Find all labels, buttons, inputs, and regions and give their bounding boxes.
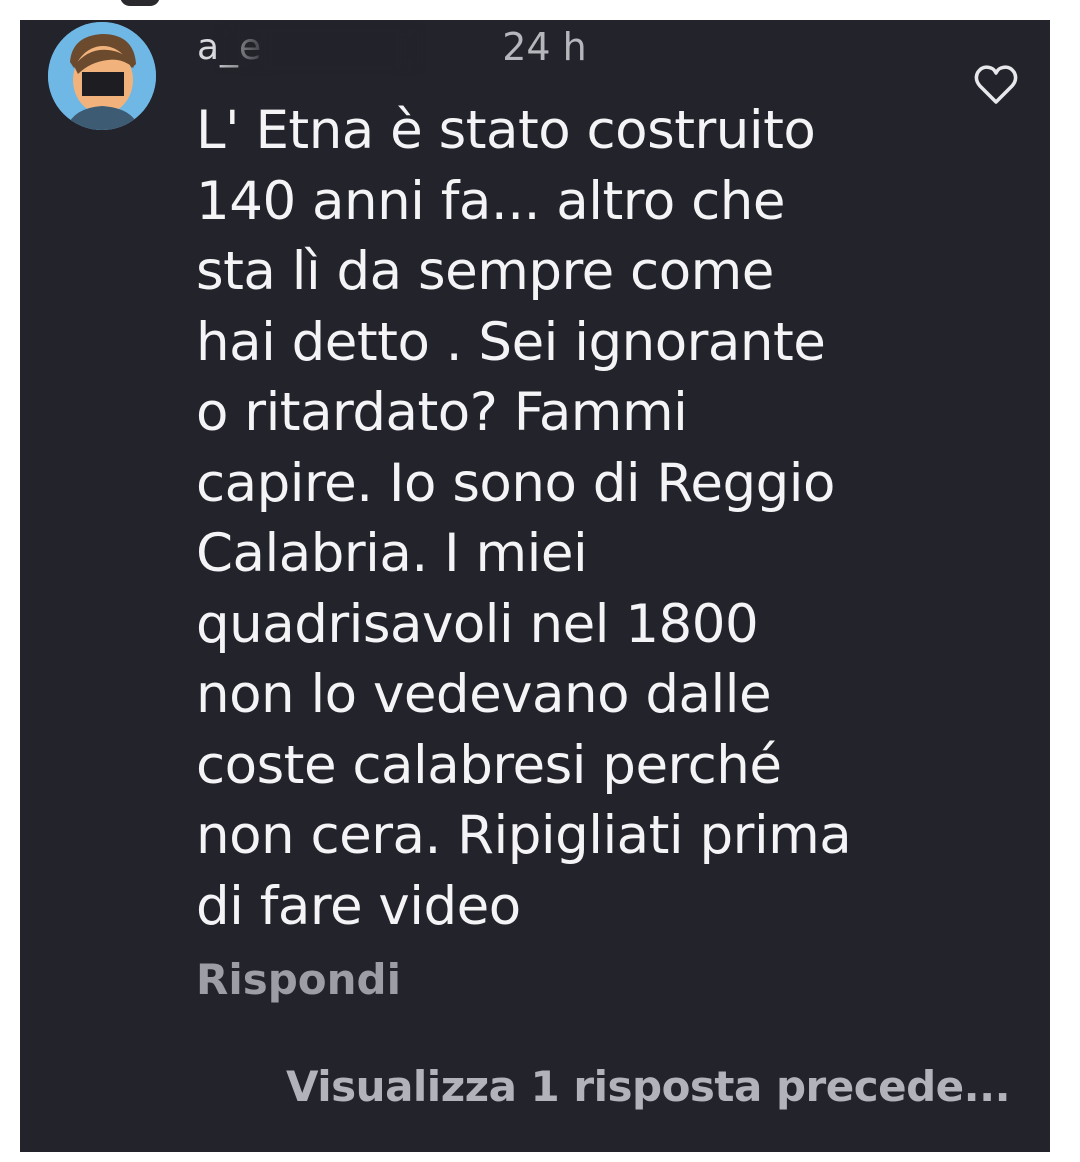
screenshot-frame: a_e 24 h L' Etna è stato costruito 140 a… bbox=[0, 0, 1080, 1162]
heart-outline-icon[interactable] bbox=[972, 62, 1020, 106]
view-previous-replies-link[interactable]: Visualizza 1 risposta precede... bbox=[286, 1062, 1011, 1111]
username[interactable]: a_e bbox=[197, 27, 419, 69]
comment-meta: a_e 24 h bbox=[197, 24, 587, 70]
timestamp: 24 h bbox=[502, 25, 587, 69]
cropped-header-fragment bbox=[120, 0, 160, 6]
avatar-illustration bbox=[48, 22, 156, 130]
comment-text: L' Etna è stato costruito 140 anni fa...… bbox=[196, 100, 852, 937]
avatar[interactable] bbox=[48, 22, 156, 130]
username-redaction bbox=[219, 28, 419, 69]
reply-button[interactable]: Rispondi bbox=[196, 955, 401, 1004]
